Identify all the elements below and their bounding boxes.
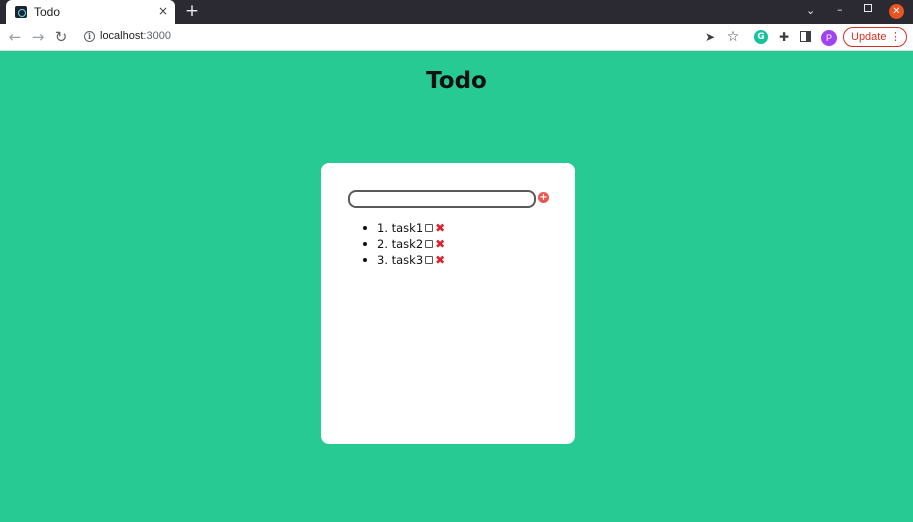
task-checkbox[interactable] <box>425 255 434 264</box>
delete-icon[interactable]: ✖ <box>435 254 445 266</box>
puzzle-icon[interactable]: ✚ <box>777 29 791 45</box>
window-minimize-button[interactable]: – <box>837 3 843 16</box>
info-icon[interactable]: i <box>84 31 95 42</box>
url-port: :3000 <box>143 30 171 42</box>
task-checkbox[interactable] <box>425 239 434 248</box>
add-task-button[interactable]: + <box>538 192 549 203</box>
grammarly-icon[interactable]: G <box>754 30 768 44</box>
todo-card: + 1. task1 ✖ 2. task2 ✖ 3. task3 ✖ <box>321 163 575 444</box>
task-label: 2. task2 <box>377 236 424 251</box>
list-item: 3. task3 ✖ <box>377 251 445 267</box>
tab-search-chevron-icon[interactable]: ⌄ <box>806 4 815 17</box>
browser-toolbar: ← → ↻ i localhost:3000 ➤ ☆ G ✚ P Update … <box>0 24 913 51</box>
avatar[interactable]: P <box>821 30 837 46</box>
tab-close-button[interactable]: × <box>158 4 168 18</box>
task-label: 3. task3 <box>377 252 424 267</box>
new-tab-button[interactable]: + <box>183 2 201 20</box>
more-menu-icon: ⋮ <box>890 31 901 43</box>
page-title: Todo <box>426 68 487 94</box>
send-icon[interactable]: ➤ <box>703 29 717 45</box>
address-bar[interactable]: localhost:3000 <box>100 30 171 42</box>
update-label: Update <box>851 31 887 43</box>
url-host: localhost <box>100 30 144 42</box>
forward-icon[interactable]: → <box>29 28 47 46</box>
task-checkbox[interactable] <box>425 223 434 232</box>
tab-todo[interactable]: Todo × <box>6 0 175 24</box>
delete-icon[interactable]: ✖ <box>435 238 445 250</box>
delete-icon[interactable]: ✖ <box>435 222 445 234</box>
side-panel-icon[interactable] <box>800 31 811 42</box>
task-input[interactable] <box>348 190 536 208</box>
task-label: 1. task1 <box>377 220 424 235</box>
list-item: 1. task1 ✖ <box>377 219 445 235</box>
react-favicon-icon <box>15 6 27 18</box>
window-close-button[interactable]: ✕ <box>889 4 904 19</box>
task-list: 1. task1 ✖ 2. task2 ✖ 3. task3 ✖ <box>363 219 445 267</box>
tab-title: Todo <box>34 5 61 19</box>
browser-tab-bar: Todo × + ⌄ – ✕ <box>0 0 913 24</box>
update-button[interactable]: Update ⋮ <box>843 27 907 47</box>
star-icon[interactable]: ☆ <box>726 29 740 45</box>
window-restore-button[interactable] <box>864 4 872 12</box>
back-icon[interactable]: ← <box>6 28 24 46</box>
reload-icon[interactable]: ↻ <box>52 28 70 46</box>
list-item: 2. task2 ✖ <box>377 235 445 251</box>
